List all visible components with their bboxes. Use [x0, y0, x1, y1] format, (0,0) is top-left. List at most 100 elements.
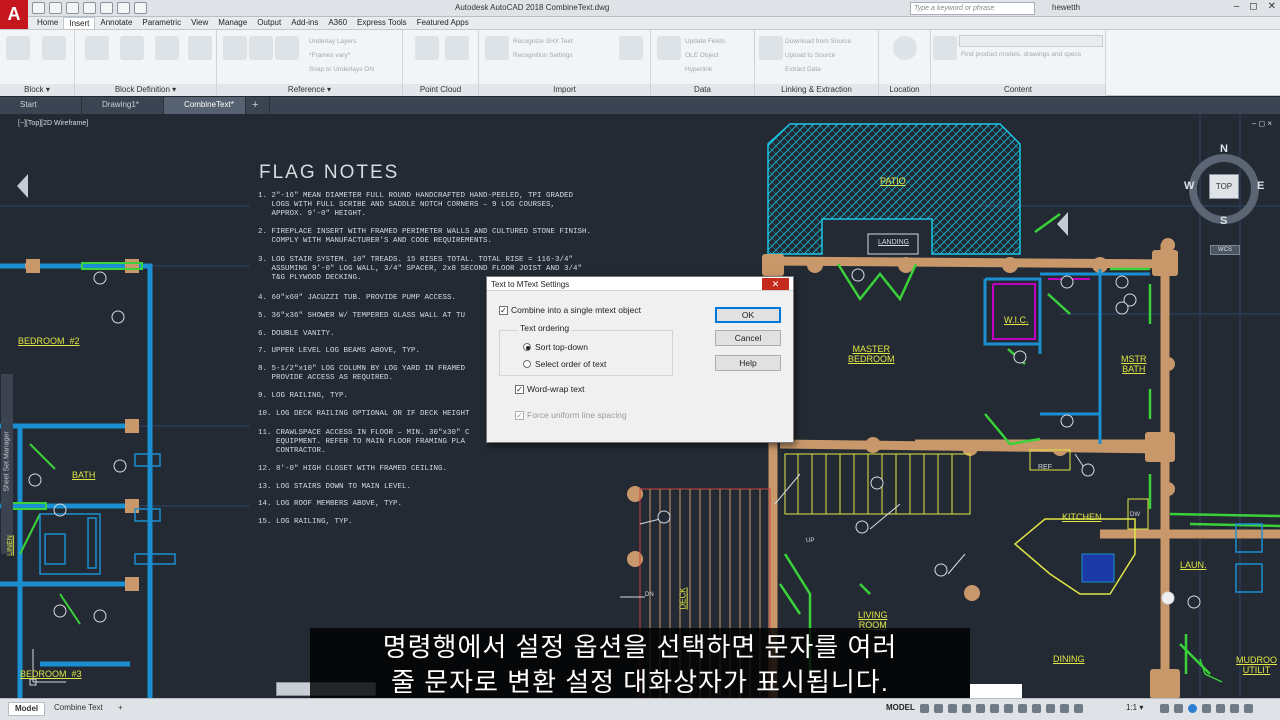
word-wrap-checkbox[interactable]: ✓ Word-wrap text	[515, 384, 584, 394]
tab-express-tools[interactable]: Express Tools	[352, 17, 412, 29]
autodesk-recap-icon[interactable]	[415, 36, 439, 60]
insert-icon[interactable]	[6, 36, 30, 60]
user-name[interactable]: hewetth	[1052, 3, 1080, 12]
tab-annotate[interactable]: Annotate	[95, 17, 137, 29]
panel-label[interactable]: Data	[651, 84, 754, 96]
minimize-icon[interactable]: –	[1234, 1, 1240, 12]
compass-south[interactable]: S	[1220, 215, 1227, 227]
tab-view[interactable]: View	[186, 17, 213, 29]
annotation-visibility-icon[interactable]	[1060, 704, 1069, 713]
ole-object[interactable]: OLE Object	[685, 52, 719, 59]
tab-home[interactable]: Home	[32, 17, 63, 29]
gear-icon[interactable]	[1160, 704, 1169, 713]
field-icon[interactable]	[657, 36, 681, 60]
viewport-window-controls[interactable]: – ◻ ×	[1252, 119, 1272, 128]
tab-start[interactable]: Start	[0, 97, 82, 114]
compass-east[interactable]: E	[1257, 180, 1264, 192]
viewcube[interactable]: TOP N S W E	[1184, 143, 1264, 227]
recognize-shx-text[interactable]: Recognize SHX Text	[513, 38, 573, 45]
extract-data[interactable]: Extract Data	[785, 66, 821, 73]
tab-manage[interactable]: Manage	[213, 17, 252, 29]
new-tab-button[interactable]: +	[246, 97, 270, 114]
grid-icon[interactable]	[920, 704, 929, 713]
customization-icon[interactable]	[1244, 704, 1253, 713]
compass-west[interactable]: W	[1184, 180, 1194, 192]
polar-icon[interactable]	[962, 704, 971, 713]
data-link-icon[interactable]	[759, 36, 783, 60]
tab-layout-combine-text[interactable]: Combine Text	[48, 702, 109, 716]
radio-mark[interactable]	[523, 343, 531, 351]
compass-north[interactable]: N	[1220, 143, 1228, 155]
dialog-close-button[interactable]: ✕	[762, 278, 789, 290]
tab-addins[interactable]: Add-ins	[286, 17, 323, 29]
open-icon[interactable]	[49, 2, 62, 14]
radio-mark[interactable]	[523, 360, 531, 368]
block-editor-icon[interactable]	[188, 36, 212, 60]
design-center-icon[interactable]	[933, 36, 957, 60]
close-icon[interactable]: ✕	[1268, 1, 1276, 12]
frames-dropdown[interactable]: *Frames vary*	[309, 52, 350, 59]
update-fields[interactable]: Update Fields	[685, 38, 725, 45]
select-order-radio[interactable]: Select order of text	[523, 359, 606, 369]
add-layout-button[interactable]: +	[112, 702, 129, 716]
save-icon[interactable]	[66, 2, 79, 14]
panel-label[interactable]: Reference ▾	[217, 84, 402, 96]
panel-label[interactable]: Content	[931, 84, 1105, 96]
snap-icon[interactable]	[934, 704, 943, 713]
viewport-controls-label[interactable]: [−][Top][2D Wireframe]	[18, 120, 88, 127]
panel-label[interactable]: Block ▾	[0, 84, 74, 96]
viewcube-top[interactable]: TOP	[1209, 174, 1239, 199]
panel-label[interactable]: Location	[879, 84, 930, 96]
combine-checkbox[interactable]: ✓ Combine into a single mtext object	[499, 305, 641, 315]
tab-a360[interactable]: A360	[323, 17, 352, 29]
osnap-icon[interactable]	[976, 704, 985, 713]
model-space-toggle[interactable]: MODEL	[886, 703, 915, 712]
annotation-scale[interactable]: 1:1 ▾	[1126, 703, 1143, 712]
hyperlink[interactable]: Hyperlink	[685, 66, 712, 73]
combine-text-icon[interactable]	[619, 36, 643, 60]
workspace-icon[interactable]	[1188, 704, 1197, 713]
panel-label[interactable]: Block Definition ▾	[75, 84, 216, 96]
attach-icon[interactable]	[223, 36, 247, 60]
checkbox-mark[interactable]: ✓	[499, 305, 508, 315]
transparency-icon[interactable]	[1018, 704, 1027, 713]
upload-to-source[interactable]: Upload to Source	[785, 52, 835, 59]
panel-label[interactable]: Point Cloud	[403, 84, 478, 96]
tab-drawing1[interactable]: Drawing1*	[82, 97, 164, 114]
save-as-icon[interactable]	[83, 2, 96, 14]
checkbox-mark[interactable]: ✓	[515, 384, 524, 394]
recognition-settings[interactable]: Recognition Settings	[513, 52, 573, 59]
adjust-icon[interactable]	[275, 36, 299, 60]
app-logo[interactable]: A	[0, 0, 28, 29]
sort-top-down-radio[interactable]: Sort top-down	[523, 342, 588, 352]
wcs-menu[interactable]: WCS	[1210, 245, 1240, 255]
dynamic-ucs-icon[interactable]	[1046, 704, 1055, 713]
manage-attributes-icon[interactable]	[155, 36, 179, 60]
tab-model[interactable]: Model	[8, 702, 46, 716]
auto-scale-icon[interactable]	[1074, 704, 1083, 713]
tab-insert[interactable]: Insert	[63, 17, 96, 29]
isolate-icon[interactable]	[1202, 704, 1211, 713]
define-attributes-icon[interactable]	[120, 36, 144, 60]
tab-featured-apps[interactable]: Featured Apps	[412, 17, 474, 29]
undo-icon[interactable]	[117, 2, 130, 14]
attach-point-cloud-icon[interactable]	[445, 36, 469, 60]
print-icon[interactable]	[100, 2, 113, 14]
create-block-icon[interactable]	[85, 36, 109, 60]
pdf-import-icon[interactable]	[485, 36, 509, 60]
sheet-set-manager-palette[interactable]: Sheet Set Manager	[1, 374, 13, 554]
tab-parametric[interactable]: Parametric	[137, 17, 186, 29]
hardware-acceleration-icon[interactable]	[1216, 704, 1225, 713]
clip-icon[interactable]	[249, 36, 273, 60]
tab-output[interactable]: Output	[252, 17, 286, 29]
snap-underlays[interactable]: Snap to Underlays ON	[309, 66, 374, 73]
underlay-layers[interactable]: Underlay Layers	[309, 38, 356, 45]
clean-screen-icon[interactable]	[1230, 704, 1239, 713]
selection-cycling-icon[interactable]	[1032, 704, 1041, 713]
maximize-icon[interactable]: ◻	[1249, 1, 1257, 12]
ok-button[interactable]: OK	[715, 307, 781, 323]
panel-label[interactable]: Import	[479, 84, 650, 96]
panel-label[interactable]: Linking & Extraction	[755, 84, 878, 96]
ortho-icon[interactable]	[948, 704, 957, 713]
search-input[interactable]: Type a keyword or phrase	[910, 2, 1035, 15]
